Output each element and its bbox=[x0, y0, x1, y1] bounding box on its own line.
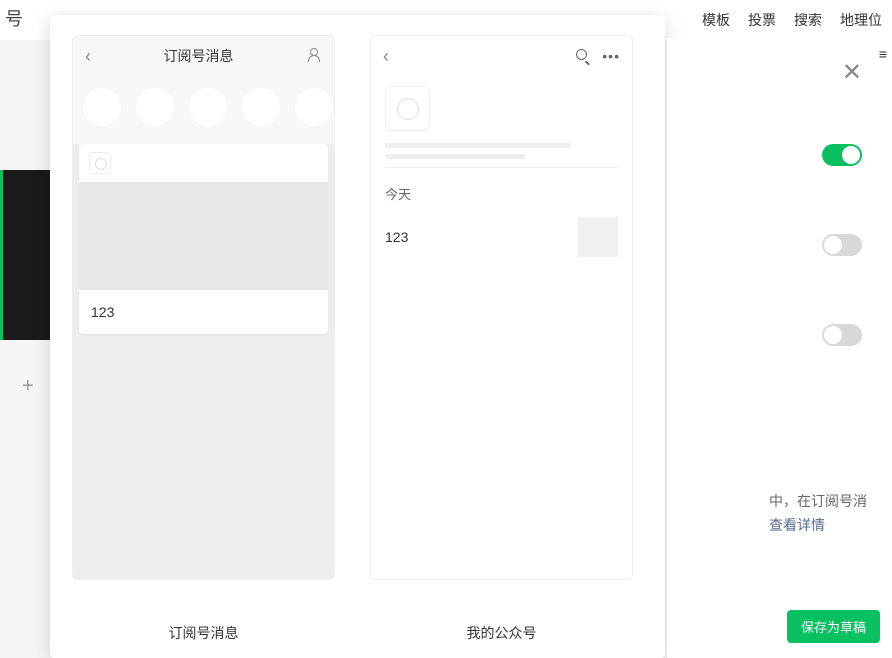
menu-icon[interactable]: ≡ bbox=[879, 46, 887, 62]
article-row[interactable]: 123 bbox=[385, 217, 618, 257]
preview1-label: 订阅号消息 bbox=[72, 623, 335, 643]
message-card[interactable]: 123 bbox=[79, 144, 328, 334]
save-draft-button[interactable]: 保存为草稿 bbox=[787, 610, 880, 643]
story-avatar[interactable] bbox=[242, 88, 280, 126]
close-icon[interactable]: ✕ bbox=[842, 58, 862, 87]
account-avatar bbox=[89, 152, 111, 174]
story-avatar[interactable] bbox=[136, 88, 174, 126]
article-title: 123 bbox=[385, 229, 408, 245]
header-right: ••• bbox=[576, 48, 620, 64]
divider bbox=[385, 167, 618, 168]
account-preview: ‹ ••• 今天 bbox=[370, 35, 633, 580]
toggle-3[interactable] bbox=[822, 324, 862, 346]
skeleton-line bbox=[385, 154, 525, 159]
more-icon[interactable]: ••• bbox=[602, 48, 620, 64]
phone1-header: ‹ 订阅号消息 bbox=[73, 36, 334, 76]
card-cover-image bbox=[79, 182, 328, 290]
search-icon[interactable] bbox=[576, 49, 590, 63]
story-avatar[interactable] bbox=[295, 88, 333, 126]
date-label: 今天 bbox=[385, 184, 618, 203]
info-text: 中，在订阅号消 查看详情 bbox=[769, 490, 867, 538]
back-icon[interactable]: ‹ bbox=[85, 46, 91, 67]
article-thumbnail bbox=[578, 217, 618, 257]
subscription-preview: ‹ 订阅号消息 123 bbox=[72, 35, 335, 580]
side-panel: ≡ ✕ 中，在订阅号消 查看详情 bbox=[667, 38, 892, 658]
story-avatar[interactable] bbox=[83, 88, 121, 126]
phone1-body: 123 bbox=[73, 144, 334, 579]
back-icon[interactable]: ‹ bbox=[383, 46, 389, 67]
card-title: 123 bbox=[79, 290, 328, 334]
toggles-group bbox=[687, 144, 872, 346]
view-details-link[interactable]: 查看详情 bbox=[769, 517, 825, 533]
phone1-title: 订阅号消息 bbox=[164, 46, 234, 66]
preview2-label: 我的公众号 bbox=[370, 623, 633, 643]
phone2-header: ‹ ••• bbox=[371, 36, 632, 76]
stories-row bbox=[73, 76, 334, 144]
card-header bbox=[79, 144, 328, 182]
info-line: 中，在订阅号消 bbox=[769, 493, 867, 509]
preview-labels: 订阅号消息 我的公众号 bbox=[72, 623, 643, 643]
skeleton-line bbox=[385, 143, 571, 148]
account-header bbox=[371, 76, 632, 172]
toggle-1[interactable] bbox=[822, 144, 862, 166]
previews-container: ‹ 订阅号消息 123 bbox=[72, 35, 643, 605]
story-avatar[interactable] bbox=[189, 88, 227, 126]
account-avatar-large bbox=[385, 86, 430, 131]
article-section: 今天 123 bbox=[371, 172, 632, 269]
person-icon[interactable] bbox=[306, 48, 322, 64]
toggle-2[interactable] bbox=[822, 234, 862, 256]
preview-modal: ‹ 订阅号消息 123 bbox=[50, 15, 665, 658]
phone2-body: 今天 123 bbox=[371, 76, 632, 579]
